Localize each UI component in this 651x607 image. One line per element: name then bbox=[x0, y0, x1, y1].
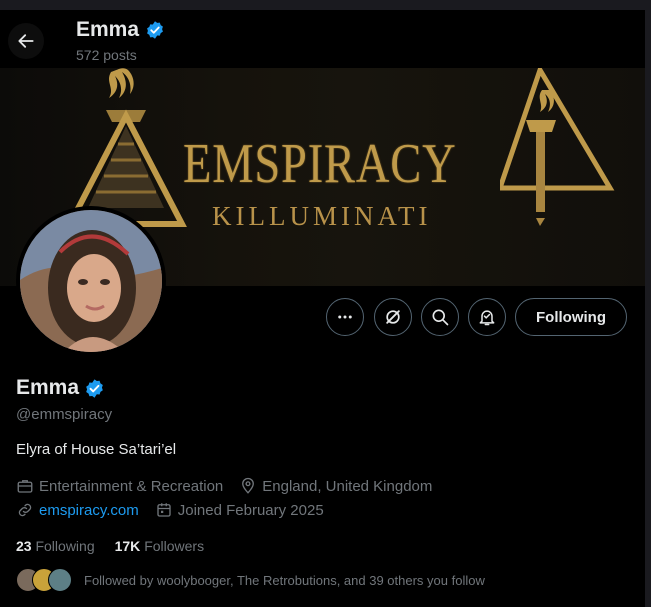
grok-button[interactable] bbox=[374, 298, 412, 336]
follow-stats: 23 Following 17K Followers bbox=[16, 538, 204, 554]
grok-icon bbox=[386, 310, 400, 324]
followed-by-text: Followed by woolybooger, The Retrobution… bbox=[84, 572, 485, 588]
join-date: Joined February 2025 bbox=[155, 501, 324, 519]
profile-header: Emma 572 posts bbox=[0, 10, 645, 68]
following-button[interactable]: Following bbox=[515, 298, 627, 336]
header-name: Emma bbox=[76, 18, 140, 41]
following-stat[interactable]: 23 Following bbox=[16, 538, 95, 554]
profile-actions: Following bbox=[0, 298, 645, 336]
user-bio: Elyra of House Sa’tari’el bbox=[16, 441, 177, 458]
category: Entertainment & Recreation bbox=[16, 477, 223, 495]
follower-avatar bbox=[48, 568, 72, 592]
followers-label: Followers bbox=[144, 538, 205, 554]
followers-stat[interactable]: 17K Followers bbox=[115, 538, 204, 554]
website-link[interactable]: emspiracy.com bbox=[39, 502, 139, 519]
more-dots-icon bbox=[338, 315, 352, 319]
followers-count: 17K bbox=[114, 538, 141, 554]
bell-check-icon bbox=[479, 310, 495, 326]
torch-triangle-right-icon bbox=[500, 68, 615, 226]
profile-meta-row-2: emspiracy.com Joined February 2025 bbox=[16, 501, 340, 519]
notifications-button[interactable] bbox=[468, 298, 506, 336]
following-count: 23 bbox=[16, 538, 32, 554]
verified-badge-icon bbox=[147, 21, 163, 39]
following-label: Following bbox=[35, 538, 95, 554]
followed-by-row[interactable]: Followed by woolybooger, The Retrobution… bbox=[16, 568, 485, 592]
search-icon bbox=[432, 309, 449, 326]
arrow-left-icon bbox=[18, 34, 34, 48]
back-button[interactable] bbox=[8, 23, 44, 59]
category-text: Entertainment & Recreation bbox=[39, 477, 224, 495]
profile-name: Emma bbox=[16, 376, 105, 400]
join-date-text: Joined February 2025 bbox=[177, 501, 324, 519]
website: emspiracy.com bbox=[16, 501, 139, 519]
location-text: England, United Kingdom bbox=[262, 477, 433, 495]
scrollbar-track[interactable] bbox=[645, 0, 651, 607]
location: England, United Kingdom bbox=[239, 477, 432, 495]
location-pin-icon bbox=[242, 477, 255, 494]
verified-badge-icon[interactable] bbox=[84, 378, 105, 399]
link-icon bbox=[18, 503, 32, 517]
briefcase-icon bbox=[17, 480, 33, 493]
header-title: Emma bbox=[76, 18, 165, 42]
user-handle: @emmspiracy bbox=[16, 406, 113, 423]
banner-subtitle: KILLUMINATI bbox=[212, 201, 432, 231]
display-name: Emma bbox=[16, 376, 80, 399]
window-top-strip bbox=[0, 0, 651, 10]
banner-title: EMSPIRACY bbox=[183, 133, 457, 195]
post-count: 572 posts bbox=[76, 47, 137, 63]
search-button[interactable] bbox=[421, 298, 459, 336]
more-button[interactable] bbox=[326, 298, 364, 336]
profile-meta-row-1: Entertainment & Recreation England, Unit… bbox=[16, 477, 448, 495]
calendar-icon bbox=[157, 503, 171, 517]
